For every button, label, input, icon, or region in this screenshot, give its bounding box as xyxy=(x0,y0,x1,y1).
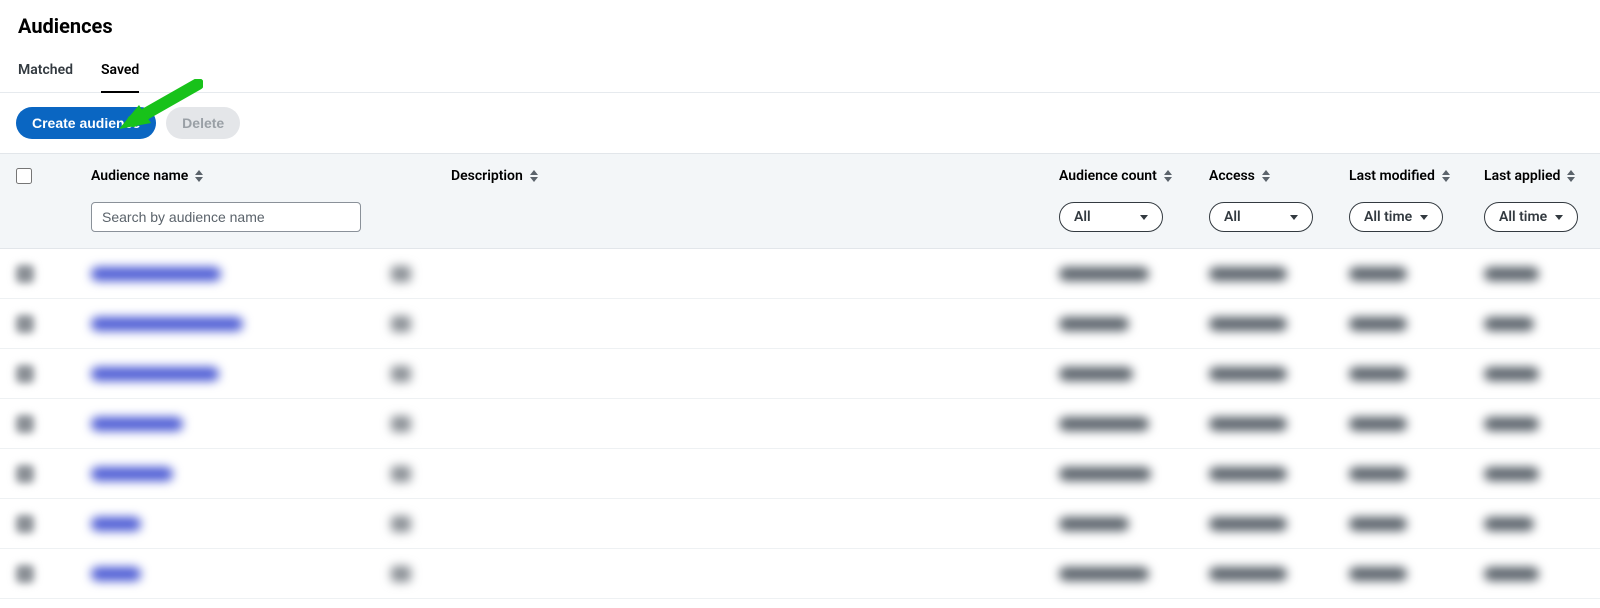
audience-count-value xyxy=(1059,467,1151,481)
select-all-checkbox[interactable] xyxy=(16,168,32,184)
column-header-modified-label: Last modified xyxy=(1349,168,1435,184)
column-header-count-label: Audience count xyxy=(1059,168,1157,184)
audience-count-value xyxy=(1059,567,1149,581)
tab-saved[interactable]: Saved xyxy=(101,48,139,92)
chevron-down-icon xyxy=(1420,215,1428,220)
table-filter-row: All All All time xyxy=(0,194,1600,249)
chevron-down-icon xyxy=(1290,215,1298,220)
audience-applied-value xyxy=(1484,467,1539,481)
audience-access-value xyxy=(1209,467,1287,481)
audience-modified-value xyxy=(1349,417,1407,431)
row-action-icon[interactable] xyxy=(391,366,411,382)
sort-icon xyxy=(1441,170,1451,182)
column-header-applied[interactable]: Last applied xyxy=(1484,168,1584,184)
filter-count-select[interactable]: All xyxy=(1059,202,1163,232)
table-row[interactable] xyxy=(0,299,1600,349)
audience-modified-value xyxy=(1349,267,1407,281)
table-row[interactable] xyxy=(0,499,1600,549)
row-checkbox[interactable] xyxy=(16,365,34,383)
filter-access-select[interactable]: All xyxy=(1209,202,1313,232)
audience-applied-value xyxy=(1484,367,1539,381)
column-header-description-label: Description xyxy=(451,168,523,184)
audience-count-value xyxy=(1059,417,1149,431)
table-header-row: Audience name Description Audience count xyxy=(0,153,1600,194)
audience-applied-value xyxy=(1484,417,1539,431)
sort-icon xyxy=(1261,170,1271,182)
row-action-icon[interactable] xyxy=(391,416,411,432)
filter-applied-select[interactable]: All time xyxy=(1484,202,1578,232)
audience-modified-value xyxy=(1349,367,1407,381)
sort-icon xyxy=(529,170,539,182)
column-header-access[interactable]: Access xyxy=(1209,168,1349,184)
column-header-access-label: Access xyxy=(1209,168,1255,184)
table-row[interactable] xyxy=(0,249,1600,299)
column-header-count[interactable]: Audience count xyxy=(1059,168,1209,184)
filter-count-value: All xyxy=(1074,209,1091,225)
sort-icon xyxy=(194,170,204,182)
row-checkbox[interactable] xyxy=(16,315,34,333)
toolbar: Create audience Delete xyxy=(0,93,1600,153)
audience-modified-value xyxy=(1349,317,1407,331)
chevron-down-icon xyxy=(1140,215,1148,220)
column-header-name-label: Audience name xyxy=(91,168,188,184)
table-row[interactable] xyxy=(0,399,1600,449)
column-header-description[interactable]: Description xyxy=(451,168,1059,184)
column-header-modified[interactable]: Last modified xyxy=(1349,168,1484,184)
filter-applied-value: All time xyxy=(1499,209,1547,225)
audience-count-value xyxy=(1059,517,1129,531)
search-input[interactable] xyxy=(91,202,361,232)
row-action-icon[interactable] xyxy=(391,466,411,482)
audience-modified-value xyxy=(1349,517,1407,531)
audience-access-value xyxy=(1209,567,1287,581)
row-checkbox[interactable] xyxy=(16,415,34,433)
filter-modified-select[interactable]: All time xyxy=(1349,202,1443,232)
audience-access-value xyxy=(1209,267,1287,281)
row-action-icon[interactable] xyxy=(391,566,411,582)
audience-count-value xyxy=(1059,267,1149,281)
audience-count-value xyxy=(1059,367,1133,381)
audience-name-link[interactable] xyxy=(91,367,219,381)
audience-name-link[interactable] xyxy=(91,467,173,481)
chevron-down-icon xyxy=(1555,215,1563,220)
column-header-name[interactable]: Audience name xyxy=(91,168,451,184)
audiences-table: Audience name Description Audience count xyxy=(0,153,1600,599)
audience-modified-value xyxy=(1349,567,1407,581)
table-row[interactable] xyxy=(0,349,1600,399)
audience-access-value xyxy=(1209,417,1287,431)
audience-name-link[interactable] xyxy=(91,267,221,281)
table-row[interactable] xyxy=(0,449,1600,499)
row-checkbox[interactable] xyxy=(16,515,34,533)
delete-button: Delete xyxy=(166,107,240,139)
filter-modified-value: All time xyxy=(1364,209,1412,225)
audience-name-link[interactable] xyxy=(91,567,141,581)
audience-applied-value xyxy=(1484,567,1539,581)
filter-access-value: All xyxy=(1224,209,1241,225)
audience-access-value xyxy=(1209,367,1287,381)
audience-count-value xyxy=(1059,317,1129,331)
audience-applied-value xyxy=(1484,517,1534,531)
page-title: Audiences xyxy=(18,14,1582,38)
tabs: Matched Saved xyxy=(0,48,1600,93)
audience-access-value xyxy=(1209,317,1287,331)
column-header-applied-label: Last applied xyxy=(1484,168,1560,184)
audience-modified-value xyxy=(1349,467,1407,481)
tab-matched[interactable]: Matched xyxy=(18,48,73,92)
create-audience-button[interactable]: Create audience xyxy=(16,107,156,139)
row-action-icon[interactable] xyxy=(391,516,411,532)
sort-icon xyxy=(1566,170,1576,182)
audience-applied-value xyxy=(1484,267,1539,281)
sort-icon xyxy=(1163,170,1173,182)
row-checkbox[interactable] xyxy=(16,565,34,583)
row-action-icon[interactable] xyxy=(391,316,411,332)
audience-name-link[interactable] xyxy=(91,317,243,331)
audience-name-link[interactable] xyxy=(91,517,141,531)
row-checkbox[interactable] xyxy=(16,265,34,283)
audience-access-value xyxy=(1209,517,1287,531)
audience-applied-value xyxy=(1484,317,1534,331)
row-checkbox[interactable] xyxy=(16,465,34,483)
audience-name-link[interactable] xyxy=(91,417,183,431)
table-row[interactable] xyxy=(0,549,1600,599)
row-action-icon[interactable] xyxy=(391,266,411,282)
